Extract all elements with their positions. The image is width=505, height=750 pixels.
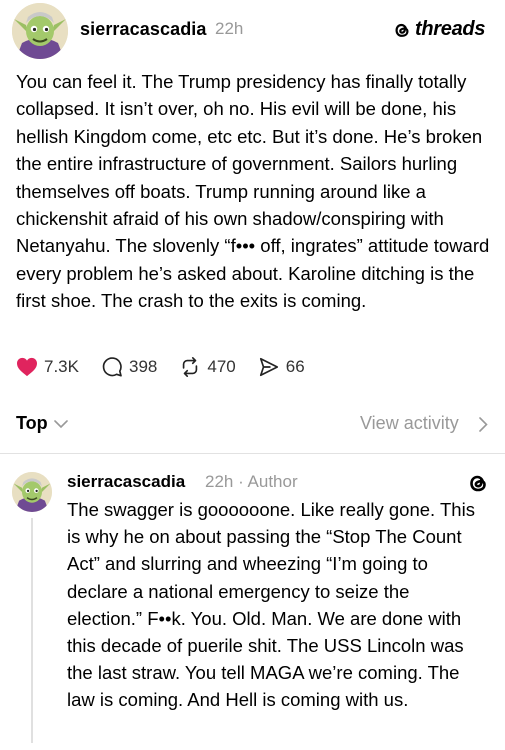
threads-logo: threads <box>392 18 485 41</box>
chevron-right-icon[interactable] <box>479 417 488 432</box>
post-header: sierracascadia 22h threads <box>0 0 505 62</box>
send-icon <box>259 357 278 377</box>
threads-logo-icon[interactable] <box>466 471 490 495</box>
reply-avatar[interactable] <box>12 472 52 512</box>
post-body-text: You can feel it. The Trump presidency ha… <box>16 71 490 312</box>
reply-body-text: The swagger is goooooone. Like really go… <box>67 499 475 711</box>
thread-line <box>31 518 33 743</box>
sort-row: Top View activity <box>0 410 505 440</box>
avatar[interactable] <box>12 3 68 59</box>
like-button[interactable]: 7.3K <box>16 357 79 377</box>
threads-logo-icon <box>395 23 409 37</box>
speech-bubble-icon <box>102 357 122 377</box>
reply-count: 398 <box>128 357 158 376</box>
threads-wordmark: threads <box>415 18 486 40</box>
chevron-down-icon[interactable] <box>54 420 68 429</box>
goblin-avatar-icon <box>12 472 52 512</box>
post-username[interactable]: sierracascadia <box>80 19 207 40</box>
share-button[interactable]: 66 <box>258 356 305 378</box>
goblin-avatar-icon <box>12 3 68 59</box>
sort-dropdown[interactable]: Top <box>16 413 48 434</box>
reply-button[interactable]: 398 <box>101 356 157 378</box>
reply-meta: 22h · Author <box>205 472 298 491</box>
like-count: 7.3K <box>44 357 79 376</box>
repost-icon <box>183 357 198 377</box>
post-actions: 7.3K 398 470 66 <box>16 353 327 381</box>
divider <box>0 453 505 454</box>
repost-count: 470 <box>207 357 236 376</box>
view-activity-link[interactable]: View activity <box>360 413 459 434</box>
heart-icon <box>17 357 37 377</box>
reply-username[interactable]: sierracascadia <box>67 472 185 492</box>
share-count: 66 <box>285 357 305 376</box>
repost-button[interactable]: 470 <box>179 356 236 378</box>
post-timestamp: 22h <box>215 19 244 38</box>
